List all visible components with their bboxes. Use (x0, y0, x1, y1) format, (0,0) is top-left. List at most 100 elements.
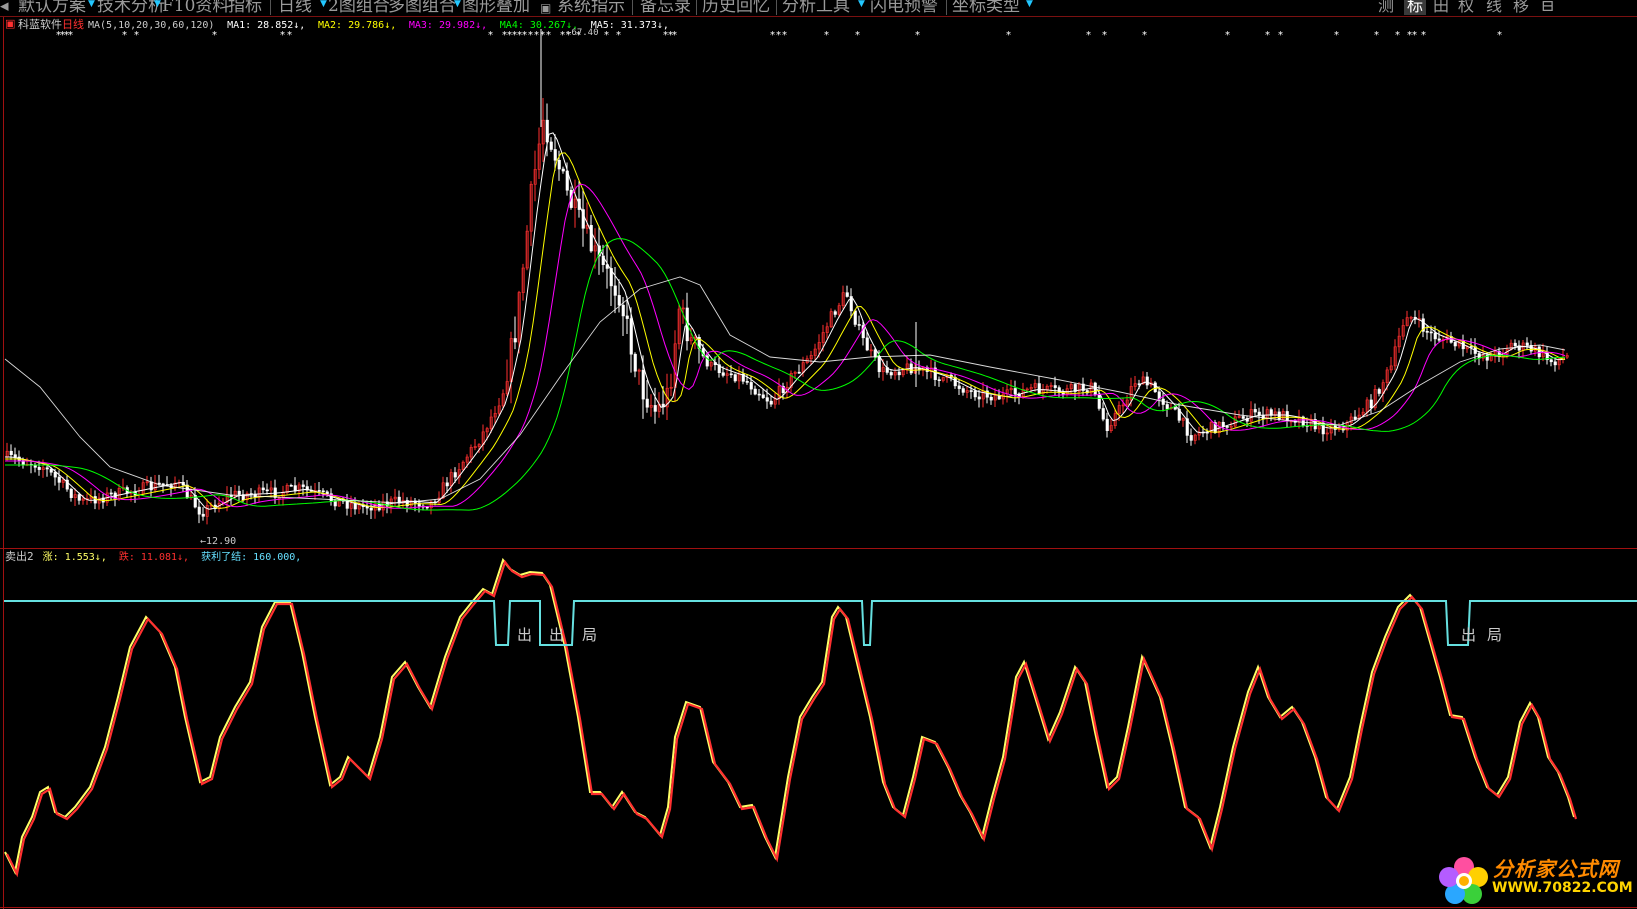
candle-body (645, 398, 649, 408)
separator (696, 0, 697, 15)
candle-body (109, 492, 113, 495)
candle-body (1513, 342, 1517, 347)
signal-star-icon: * (1334, 30, 1339, 41)
candle-body (549, 141, 553, 150)
indicator-header: 卖出2 涨: 1.553↓, 跌: 11.081↓, 获利了结: 160.000… (5, 549, 301, 563)
toolbar-analysis-tools[interactable]: 分析工具 (782, 0, 850, 16)
candle-body (1221, 421, 1225, 427)
close-chart-icon[interactable]: ▣ (5, 17, 15, 30)
toolbar-2chart-group[interactable]: 2图组合 (328, 0, 390, 16)
toolbar-left-arrow-icon[interactable]: ◂ (0, 0, 9, 16)
signal-star-icon: * (1006, 30, 1011, 41)
signal-star-icon: * (280, 30, 285, 41)
toolbar-history[interactable]: 历史回忆 (702, 0, 770, 16)
candle-body (9, 450, 13, 455)
candle-body (1433, 332, 1437, 340)
candle-body (77, 494, 81, 501)
move-button[interactable]: 移 (1513, 0, 1529, 15)
signal-star-icon: * (1278, 30, 1283, 41)
measure-button[interactable]: 测 (1378, 0, 1394, 15)
dropdown-arrow-icon[interactable]: ▼ (154, 0, 161, 9)
candle-body (1153, 382, 1157, 393)
candle-body (617, 295, 621, 306)
signal-star-icon: * (776, 30, 781, 41)
mark-button[interactable]: 标 (1404, 0, 1427, 15)
top-toolbar: ◂ 默认方案 ▼ 技术分析 ▼ F10资料 指标 日线 ▼ 2图组合 多图组合 … (0, 0, 1637, 17)
candle-body (197, 506, 201, 515)
candle-body (853, 310, 857, 325)
dropdown-arrow-icon[interactable]: ▼ (454, 0, 461, 9)
line-button[interactable]: 线 (1486, 0, 1502, 15)
candle-body (1353, 416, 1357, 420)
candle-body (937, 379, 941, 381)
toolbar-default-scheme[interactable]: 默认方案 (18, 0, 86, 16)
candle-body (733, 374, 737, 382)
candle-body (57, 476, 61, 483)
toolbar-coordinate-type[interactable]: 坐标类型 (952, 0, 1020, 16)
candle-body (53, 471, 57, 478)
candle-body (1057, 387, 1061, 393)
candle-body (1429, 331, 1433, 334)
candle-body (629, 318, 633, 355)
stock-name: 科蓝软件 (18, 17, 62, 31)
candle-body (345, 500, 349, 509)
candle-body (561, 168, 565, 172)
candle-body (445, 482, 449, 487)
candle-body (957, 385, 961, 389)
candle-body (753, 388, 757, 395)
dropdown-arrow-icon[interactable]: ▼ (858, 0, 865, 9)
restore-window-icon[interactable]: ⊟ (1541, 0, 1554, 15)
signal-star-icon: * (1374, 30, 1379, 41)
candle-body (969, 390, 973, 392)
rights-button[interactable]: 权 (1458, 0, 1474, 15)
high-price-label: ←67.40 (566, 28, 599, 38)
signal-star-icon: * (122, 30, 127, 41)
candle-body (977, 396, 981, 400)
candlesticks (5, 29, 1569, 525)
signal-star-icon: * (1395, 30, 1400, 41)
signal-star-icon: * (134, 30, 139, 41)
stock-chart[interactable]: ▣ 科蓝软件日线 MA(5,10,20,30,60,120) MA1: 28.85… (0, 17, 1637, 909)
moving-average-lines (4, 132, 1566, 511)
candle-body (1549, 359, 1553, 363)
watermark-title: 分析家公式网 (1493, 857, 1619, 881)
ma1-line (5, 132, 1566, 510)
toolbar-memo[interactable]: 备忘录 (640, 0, 691, 16)
candle-body (157, 482, 161, 485)
dropdown-arrow-icon[interactable]: ▼ (1026, 0, 1033, 9)
candle-body (69, 488, 73, 498)
candle-body (857, 324, 861, 326)
signal-star-icon: * (1497, 30, 1502, 41)
candle-body (769, 400, 773, 405)
candle-body (317, 490, 321, 492)
signal-star-icon: * (1225, 30, 1230, 41)
dropdown-arrow-icon[interactable]: ▼ (320, 0, 327, 9)
candle-body (1453, 342, 1457, 347)
candle-body (989, 396, 993, 401)
ma2-line (5, 152, 1566, 509)
candle-body (961, 388, 965, 393)
candle-body (865, 337, 869, 351)
toolbar-system-indicator[interactable]: 系统指示 (557, 0, 625, 16)
toolbar-daily[interactable]: 日线 (278, 0, 312, 16)
dropdown-arrow-icon[interactable]: ▼ (88, 0, 95, 9)
grid-button[interactable]: 田 (1433, 0, 1449, 15)
candle-body (237, 490, 241, 495)
candle-body (625, 315, 629, 319)
toolbar-overlay[interactable]: 图形叠加 (462, 0, 530, 16)
profit-taking-readout: 获利了结: 160.000, (201, 550, 301, 563)
toolbar-multi-chart[interactable]: 多图组合 (388, 0, 456, 16)
indicator-name: 卖出2 (5, 549, 34, 563)
toolbar-f10[interactable]: F10资料 (162, 0, 229, 16)
toolbar-indicator[interactable]: 指标 (228, 0, 262, 16)
candle-body (1537, 346, 1541, 358)
low-price-label: ←12.90 (200, 536, 236, 547)
candle-body (1101, 408, 1105, 420)
candle-body (353, 503, 357, 510)
candle-body (1225, 426, 1229, 428)
system-icon[interactable]: ▣ (540, 0, 551, 18)
signal-star-icon: * (287, 30, 292, 41)
signal-star-icon: * (534, 30, 539, 41)
toolbar-flash-alert[interactable]: 闪电预警 (870, 0, 938, 16)
flower-logo-icon (1439, 857, 1488, 904)
